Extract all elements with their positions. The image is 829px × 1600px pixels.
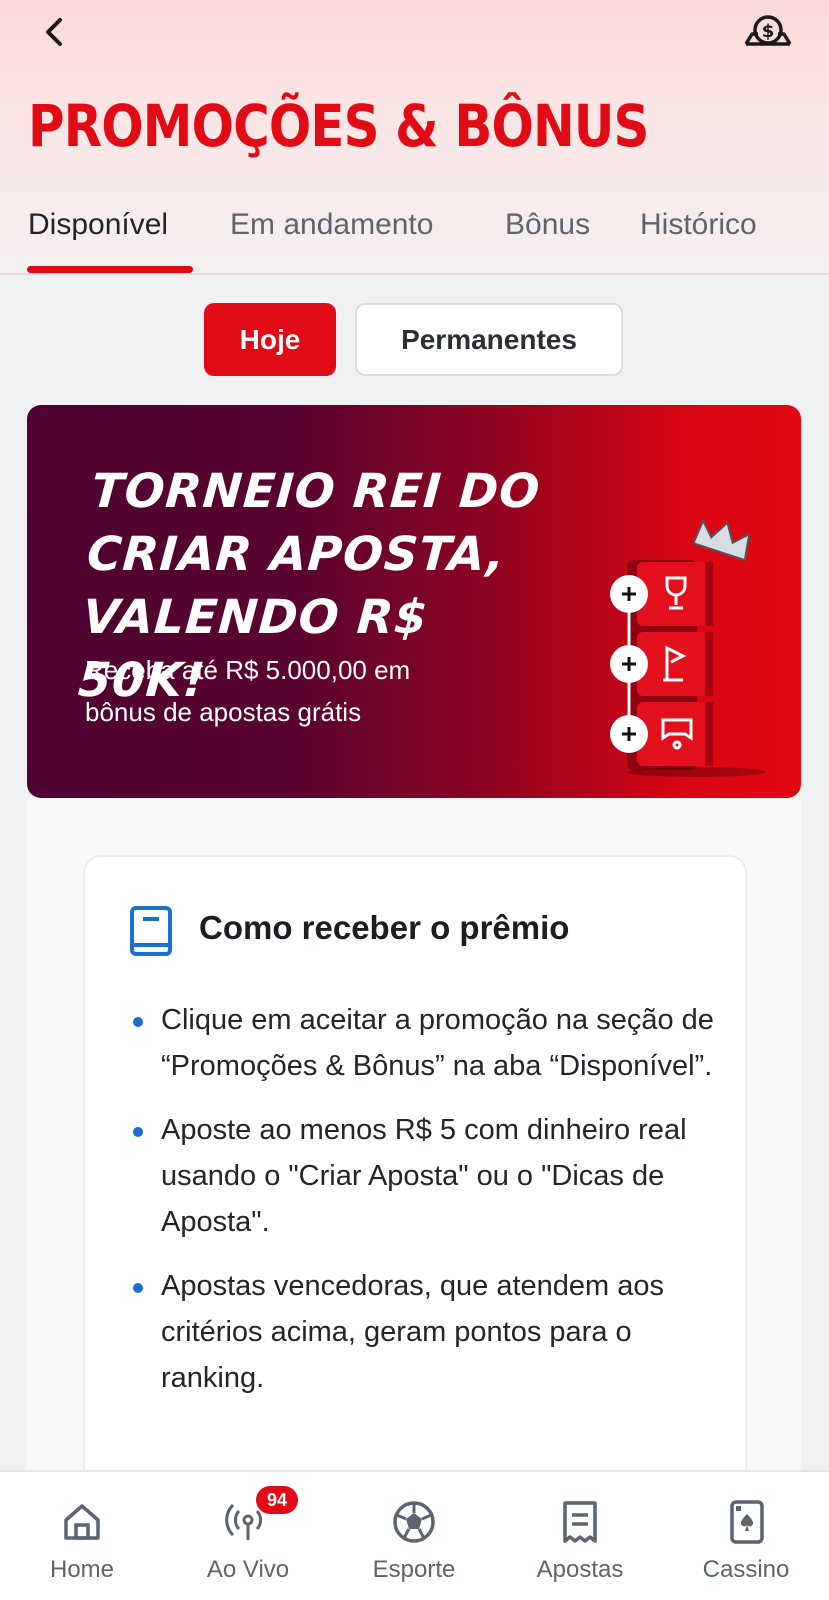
nav-label: Apostas xyxy=(536,1556,624,1583)
nav-esporte[interactable]: Esporte xyxy=(334,1472,494,1600)
home-icon xyxy=(64,1504,100,1540)
money-button[interactable]: $ xyxy=(740,10,796,54)
banner-title-line: CRIAR APOSTA, xyxy=(85,527,508,582)
bullet-list: Clique em aceitar a promoção na seção de… xyxy=(133,997,723,1419)
svg-text:$: $ xyxy=(762,21,775,42)
bet-builder-illustration xyxy=(610,520,767,777)
nav-label: Home xyxy=(49,1556,115,1583)
banner-subtitle-line: bônus de apostas grátis xyxy=(85,697,362,727)
bottom-navigation: Home 94 Ao Vivo Esporte Apostas Cassino xyxy=(0,1470,829,1600)
tab-em-andamento[interactable]: Em andamento xyxy=(230,200,433,250)
receipt-icon xyxy=(563,1501,597,1543)
promo-banner[interactable]: TORNEIO REI DO CRIAR APOSTA, VALENDO R$ … xyxy=(27,405,801,798)
list-item: Clique em aceitar a promoção na seção de… xyxy=(133,997,723,1089)
nav-label: Ao Vivo xyxy=(206,1556,290,1583)
money-icon: $ xyxy=(744,15,792,46)
how-to-card: Como receber o prêmio Clique em aceitar … xyxy=(83,855,747,1515)
tab-historico[interactable]: Histórico xyxy=(640,200,757,250)
book-icon xyxy=(130,906,172,956)
banner-title-line: TORNEIO REI DO xyxy=(89,464,543,519)
banner-title-line: VALENDO R$ 50K! xyxy=(76,590,430,708)
cards-icon xyxy=(730,1500,764,1544)
card-title: Como receber o prêmio xyxy=(199,909,570,946)
filter-hoje-button[interactable]: Hoje xyxy=(204,303,336,376)
tab-bar: Disponível Em andamento Bônus Histórico xyxy=(0,200,829,275)
page-title: PROMOÇÕES & BÔNUS xyxy=(28,92,649,160)
active-tab-indicator xyxy=(27,266,193,273)
nav-ao-vivo[interactable]: 94 Ao Vivo xyxy=(168,1472,328,1600)
chevron-left-icon xyxy=(46,18,62,46)
nav-label: Cassino xyxy=(702,1556,790,1583)
list-item: Aposte ao menos R$ 5 com dinheiro real u… xyxy=(133,1107,723,1245)
nav-label: Esporte xyxy=(372,1556,456,1583)
tab-bonus[interactable]: Bônus xyxy=(505,200,590,250)
back-button[interactable] xyxy=(36,12,72,52)
nav-cassino[interactable]: Cassino xyxy=(666,1472,826,1600)
live-count-badge: 94 xyxy=(256,1486,298,1514)
tab-disponivel[interactable]: Disponível xyxy=(28,200,168,250)
nav-home[interactable]: Home xyxy=(2,1472,162,1600)
list-item: Apostas vencedoras, que atendem aos crit… xyxy=(133,1263,723,1401)
live-icon-wrap: 94 xyxy=(224,1486,298,1546)
soccer-ball-icon xyxy=(393,1501,435,1543)
filter-permanentes-button[interactable]: Permanentes xyxy=(355,303,623,376)
banner-subtitle-line: Receba até R$ 5.000,00 em xyxy=(85,655,411,685)
nav-apostas[interactable]: Apostas xyxy=(500,1472,660,1600)
